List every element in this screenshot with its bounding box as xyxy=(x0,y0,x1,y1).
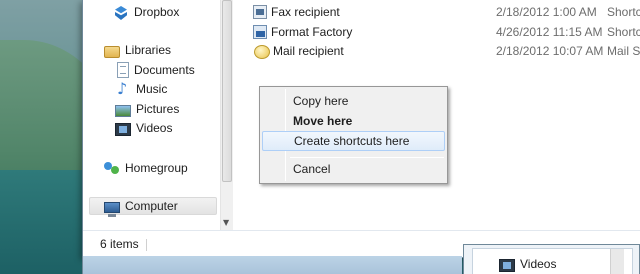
nav-item-homegroup[interactable]: Homegroup xyxy=(104,159,188,177)
scrollbar-thumb[interactable] xyxy=(222,0,232,182)
status-divider xyxy=(146,239,147,251)
format-factory-icon xyxy=(253,25,267,39)
nav-item-label: Pictures xyxy=(136,102,180,116)
documents-icon xyxy=(117,62,129,78)
nav-scrollbar[interactable]: ▼ xyxy=(220,0,233,230)
background-window-pane: Videos xyxy=(472,248,633,274)
nav-item-label: Homegroup xyxy=(125,161,188,175)
scroll-down-arrow-icon[interactable]: ▼ xyxy=(223,218,229,227)
menu-separator xyxy=(290,157,444,158)
file-row[interactable]: Mail recipient 2/18/2012 10:07 AM Mail S… xyxy=(253,42,640,60)
nav-item-pictures[interactable]: Pictures xyxy=(115,100,179,118)
menu-item-move-here[interactable]: Move here xyxy=(262,111,445,131)
nav-item-label: Libraries xyxy=(125,43,172,57)
fax-recipient-icon xyxy=(253,5,267,19)
nav-item-label: Videos xyxy=(136,121,173,135)
item-count: 6 items xyxy=(100,236,139,251)
nav-item-label: Music xyxy=(136,82,168,96)
nav-item-videos[interactable]: Videos xyxy=(115,119,172,137)
nav-item-music[interactable]: Music xyxy=(115,79,168,98)
file-name: Fax recipient xyxy=(271,5,340,19)
nav-item-videos[interactable]: Videos xyxy=(499,255,556,273)
menu-item-label: Create shortcuts here xyxy=(294,134,410,148)
homegroup-icon xyxy=(104,160,120,176)
file-type: Mail Se xyxy=(607,44,640,58)
file-row[interactable]: Fax recipient 2/18/2012 1:00 AM Shortcut xyxy=(253,3,640,21)
music-icon xyxy=(115,79,131,98)
background-explorer-window[interactable]: Videos xyxy=(463,244,640,274)
file-row[interactable]: Format Factory 4/26/2012 11:15 AM Shortc… xyxy=(253,23,640,41)
file-name: Format Factory xyxy=(271,25,353,39)
dropbox-icon xyxy=(113,4,129,20)
nav-item-label: Documents xyxy=(134,63,195,77)
menu-item-label: Copy here xyxy=(293,94,349,108)
menu-item-label: Move here xyxy=(293,114,353,128)
videos-icon xyxy=(499,258,515,272)
window-frame-bottom xyxy=(82,256,462,274)
pictures-icon xyxy=(115,105,131,117)
videos-icon xyxy=(115,122,131,136)
file-type: Shortcut xyxy=(607,25,640,39)
menu-item-copy-here[interactable]: Copy here xyxy=(262,91,445,111)
file-date: 4/26/2012 11:15 AM xyxy=(496,25,603,39)
mail-recipient-icon xyxy=(253,43,270,59)
nav-item-documents[interactable]: Documents xyxy=(115,61,195,79)
menu-item-label: Cancel xyxy=(293,162,331,176)
context-menu: Copy here Move here Create shortcuts her… xyxy=(259,86,448,184)
nav-item-dropbox[interactable]: Dropbox xyxy=(113,3,179,21)
file-date: 2/18/2012 10:07 AM xyxy=(496,44,604,58)
computer-icon xyxy=(104,201,120,217)
menu-item-create-shortcuts-here[interactable]: Create shortcuts here xyxy=(262,131,445,151)
nav-item-label: Dropbox xyxy=(134,5,180,19)
nav-item-label: Computer xyxy=(125,199,178,213)
nav-item-label: Videos xyxy=(520,257,557,271)
menu-item-cancel[interactable]: Cancel xyxy=(262,159,445,179)
file-name: Mail recipient xyxy=(273,44,344,58)
background-window-scrollbar[interactable] xyxy=(610,249,624,274)
file-type: Shortcut xyxy=(607,5,640,19)
navigation-pane: Dropbox Libraries Documents Music Pictur… xyxy=(83,0,233,230)
file-date: 2/18/2012 1:00 AM xyxy=(496,5,597,19)
nav-item-computer[interactable]: Computer xyxy=(89,197,217,217)
nav-item-libraries[interactable]: Libraries xyxy=(104,41,171,59)
libraries-icon xyxy=(104,46,120,58)
